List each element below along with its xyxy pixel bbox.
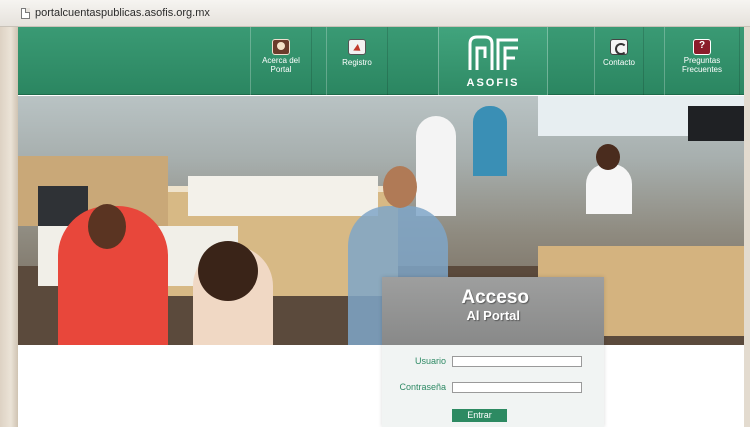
- nav-item-registro[interactable]: Registro: [326, 27, 388, 95]
- nav-item-label: Registro: [342, 58, 372, 67]
- web-page: Acerca del Portal Registro ASOFIS Contac…: [18, 27, 744, 427]
- photo-person: [416, 116, 456, 216]
- browser-address-bar[interactable]: portalcuentaspublicas.asofis.org.mx: [0, 0, 750, 27]
- desk-background-left: [0, 0, 18, 427]
- nav-item-label: Acerca del Portal: [262, 56, 300, 74]
- header-nav: Acerca del Portal Registro ASOFIS Contac…: [18, 27, 744, 95]
- nav-item-label: Preguntas Frecuentes: [681, 56, 723, 74]
- nav-item-label: Contacto: [602, 58, 636, 67]
- photo-papers: [188, 176, 378, 216]
- logo-text: ASOFIS: [466, 77, 520, 89]
- login-title: Acceso: [461, 287, 529, 308]
- login-subtitle: Al Portal: [466, 308, 520, 323]
- password-field[interactable]: [452, 382, 582, 393]
- photo-person: [473, 106, 507, 176]
- photo-person: [586, 164, 632, 214]
- page-icon: [21, 8, 30, 19]
- username-field[interactable]: [452, 356, 582, 367]
- nav-item-preguntas-frecuentes[interactable]: Preguntas Frecuentes: [664, 27, 740, 95]
- photo-person-head: [198, 241, 258, 301]
- photo-person-head: [596, 144, 620, 170]
- password-label: Contraseña: [399, 382, 446, 392]
- photo-person-head: [383, 166, 417, 208]
- username-label: Usuario: [414, 356, 446, 366]
- cursor-arrow-icon: [348, 39, 366, 55]
- people-icon: [272, 39, 290, 55]
- nav-item-acerca-del-portal[interactable]: Acerca del Portal: [250, 27, 312, 95]
- nav-item-contacto[interactable]: Contacto: [594, 27, 644, 95]
- phone-icon: [610, 39, 628, 55]
- url-text[interactable]: portalcuentaspublicas.asofis.org.mx: [35, 7, 210, 19]
- asofis-logo[interactable]: ASOFIS: [438, 27, 548, 95]
- entrar-button[interactable]: Entrar: [452, 409, 507, 422]
- login-card: Acceso Al Portal Usuario Contraseña Entr…: [382, 277, 604, 427]
- question-chat-icon: [693, 39, 711, 55]
- login-header: Acceso Al Portal: [382, 277, 604, 345]
- desk-background-right: [744, 0, 750, 427]
- photo-person-head: [88, 204, 126, 249]
- asofis-logo-mark-icon: [468, 35, 518, 70]
- hero-office-photo: [18, 96, 744, 345]
- photo-monitor: [688, 106, 744, 141]
